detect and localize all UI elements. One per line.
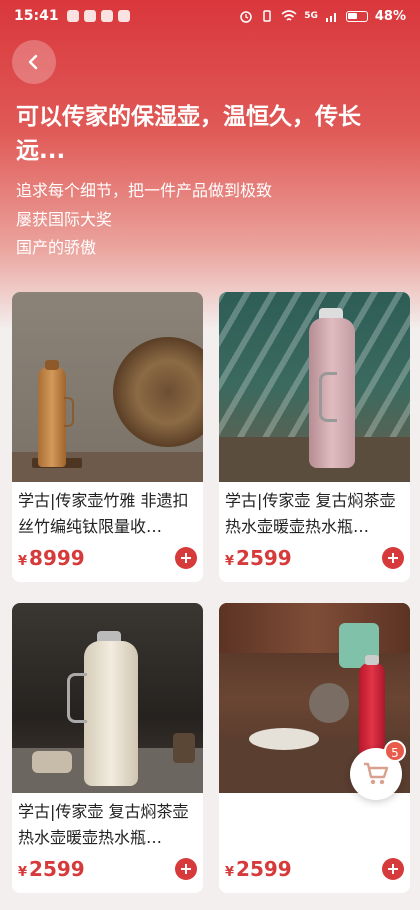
app-notification-icon — [66, 10, 79, 22]
product-title[interactable]: 学古|传家壶 复古焖茶壶热水壶暖壶热水瓶… — [225, 488, 407, 540]
page-title: 可以传家的保湿壶，温恒久，传长远... — [16, 104, 361, 164]
price-value: 2599 — [29, 857, 85, 881]
wifi-icon — [281, 9, 297, 21]
add-to-cart-button[interactable] — [175, 858, 197, 880]
currency-symbol: ¥ — [18, 554, 28, 569]
notification-icons — [66, 10, 130, 22]
app-notification-icon — [100, 10, 113, 22]
add-icon — [388, 864, 398, 874]
alarm-icon — [240, 11, 252, 23]
product-card[interactable]: 学古|传家壶竹雅 非遗扣丝竹编纯钛限量收… ¥8999 — [12, 292, 203, 582]
subtitle-line: 追求每个细节，把一件产品做到极致 — [16, 181, 273, 200]
floating-cart-button[interactable]: 5 — [350, 740, 406, 800]
app-notification-icon — [117, 10, 130, 22]
vibrate-icon — [263, 10, 271, 22]
product-card[interactable]: 学古|传家壶 复古焖茶壶热水壶暖壶热水瓶… ¥2599 — [12, 603, 203, 893]
product-card[interactable]: 学古|传家壶 复古焖茶壶热水壶暖壶热水瓶… ¥2599 — [219, 292, 410, 582]
currency-symbol: ¥ — [225, 865, 235, 880]
battery-percent: 48% — [374, 8, 406, 24]
product-image[interactable] — [219, 292, 410, 482]
currency-symbol: ¥ — [18, 865, 28, 880]
add-to-cart-button[interactable] — [382, 858, 404, 880]
subtitle-line: 屡获国际大奖 — [16, 210, 113, 229]
product-image[interactable] — [12, 292, 203, 482]
price-value: 2599 — [236, 546, 292, 570]
product-title[interactable]: 学古|传家壶 复古焖茶壶热水壶暖壶热水瓶… — [18, 799, 200, 851]
add-to-cart-button[interactable] — [175, 547, 197, 569]
status-bar: 15:41 5G 48% — [0, 0, 420, 32]
status-time: 15:41 — [14, 8, 59, 24]
back-button[interactable] — [12, 40, 56, 84]
product-title[interactable] — [225, 799, 407, 851]
product-price: ¥2599 — [225, 546, 292, 570]
battery-icon — [345, 10, 368, 22]
add-icon — [181, 864, 191, 874]
product-title[interactable]: 学古|传家壶竹雅 非遗扣丝竹编纯钛限量收… — [18, 488, 200, 540]
product-price: ¥2599 — [225, 857, 292, 881]
add-icon — [388, 553, 398, 563]
cart-count-badge: 5 — [384, 740, 406, 762]
price-value: 2599 — [236, 857, 292, 881]
signal-icon — [325, 13, 336, 22]
add-to-cart-button[interactable] — [382, 547, 404, 569]
system-icons: 5G 48% — [239, 9, 406, 24]
cart-icon — [364, 762, 389, 785]
currency-symbol: ¥ — [225, 554, 235, 569]
price-value: 8999 — [29, 546, 85, 570]
subtitle-line: 国产的骄傲 — [16, 238, 97, 257]
product-image[interactable] — [12, 603, 203, 793]
add-icon — [181, 553, 191, 563]
product-price: ¥8999 — [18, 546, 85, 570]
back-arrow-icon — [28, 54, 38, 70]
app-notification-icon — [83, 10, 96, 22]
network-type: 5G — [304, 11, 318, 21]
product-price: ¥2599 — [18, 857, 85, 881]
